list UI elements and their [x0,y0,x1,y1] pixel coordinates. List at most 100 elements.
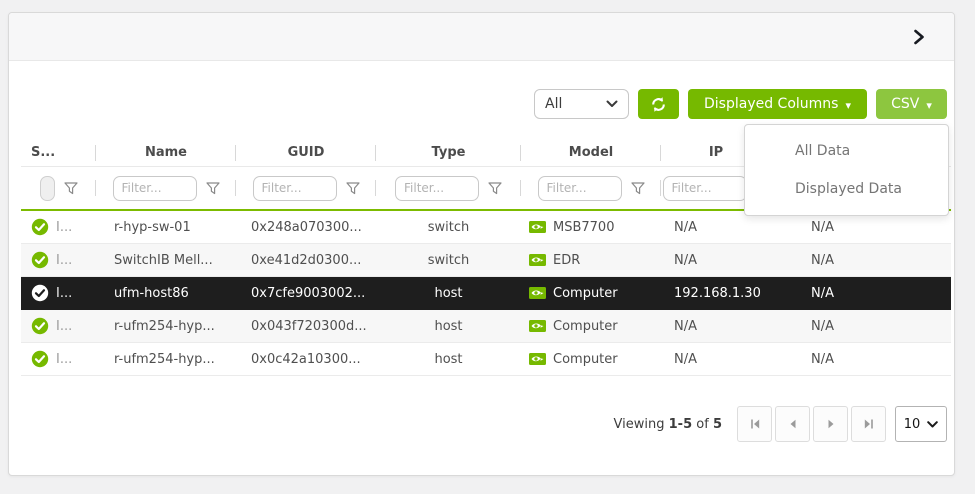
table-row[interactable]: I... r-ufm254-hyp... 0x0c42a10300... hos… [21,343,951,376]
nvidia-logo-icon [529,320,546,332]
type-filter-input[interactable] [395,176,479,201]
last-page-icon [863,418,875,430]
csv-export-menu: All Data Displayed Data [744,124,949,216]
table-footer: Viewing 1-5 of 5 10 [614,406,947,442]
column-header-guid[interactable]: GUID [236,145,376,160]
device-extra: N/A [771,319,951,334]
status-text: I... [56,319,72,334]
device-name: r-ufm254-hyp... [96,319,236,334]
chevron-down-icon [606,100,618,108]
severity-filter-input[interactable] [40,176,55,201]
page-size-select[interactable]: 10 [895,406,947,442]
device-ip: N/A [661,352,771,367]
name-filter-input[interactable] [113,176,197,201]
guid-filter-input[interactable] [253,176,337,201]
device-name: r-hyp-sw-01 [96,220,236,235]
device-name: ufm-host86 [96,286,236,301]
device-guid: 0x043f720300d... [236,319,376,334]
funnel-filter-icon[interactable] [631,182,645,195]
menu-item-displayed-data[interactable]: Displayed Data [745,170,948,208]
device-type: switch [376,220,521,235]
nvidia-logo-icon [529,353,546,365]
scope-filter-value: All [545,96,562,112]
device-ip: 192.168.1.30 [661,286,771,301]
viewing-of: of [696,417,709,432]
page-size-value: 10 [904,417,921,432]
column-header-name[interactable]: Name [96,145,236,160]
column-header-type[interactable]: Type [376,145,521,160]
device-model: Computer [553,319,618,334]
device-model: Computer [553,286,618,301]
collapse-panel-button[interactable] [908,26,930,48]
caret-down-icon: ▾ [926,100,932,111]
next-page-button[interactable] [813,406,848,442]
status-ok-icon [31,284,49,302]
viewing-summary: Viewing 1-5 of 5 [614,417,722,432]
table-row-selected[interactable]: I... ufm-host86 0x7cfe9003002... host Co… [21,277,951,310]
next-page-icon [827,419,835,429]
viewing-label: Viewing [614,417,665,432]
device-name: r-ufm254-hyp... [96,352,236,367]
column-header-severity[interactable]: S... [21,145,96,160]
viewing-range: 1-5 [669,417,693,432]
chevron-right-icon [912,29,926,45]
panel-header [9,13,954,61]
nvidia-logo-icon [529,254,546,266]
device-name: SwitchIB Mell... [96,253,236,268]
device-model: Computer [553,352,618,367]
device-guid: 0x7cfe9003002... [236,286,376,301]
table-row[interactable]: I... SwitchIB Mell... 0xe41d2d0300... sw… [21,244,951,277]
displayed-columns-button[interactable]: Displayed Columns ▾ [688,89,867,119]
refresh-icon [650,96,667,113]
device-extra: N/A [771,286,951,301]
device-ip: N/A [661,319,771,334]
status-ok-icon [31,317,49,335]
first-page-button[interactable] [737,406,772,442]
column-header-model[interactable]: Model [521,145,661,160]
status-ok-icon [31,350,49,368]
device-ip: N/A [661,220,771,235]
caret-down-icon: ▾ [845,100,851,111]
chevron-down-icon [927,421,938,428]
refresh-button[interactable] [638,89,679,119]
device-guid: 0x248a070300... [236,220,376,235]
status-text: I... [56,352,72,367]
model-filter-input[interactable] [538,176,622,201]
first-page-icon [749,418,761,430]
table-toolbar: All Displayed Columns ▾ CSV ▾ [534,89,947,119]
device-guid: 0x0c42a10300... [236,352,376,367]
status-ok-icon [31,251,49,269]
previous-page-button[interactable] [775,406,810,442]
previous-page-icon [789,419,797,429]
status-text: I... [56,253,72,268]
device-type: switch [376,253,521,268]
table-row[interactable]: I... r-ufm254-hyp... 0x043f720300d... ho… [21,310,951,343]
last-page-button[interactable] [851,406,886,442]
csv-export-button[interactable]: CSV ▾ [876,89,947,119]
nvidia-logo-icon [529,221,546,233]
funnel-filter-icon[interactable] [206,182,220,195]
device-type: host [376,352,521,367]
viewing-total: 5 [713,417,722,432]
status-text: I... [56,286,72,301]
scope-filter-select[interactable]: All [534,89,629,119]
device-type: host [376,286,521,301]
device-extra: N/A [771,352,951,367]
device-guid: 0xe41d2d0300... [236,253,376,268]
device-type: host [376,319,521,334]
status-ok-icon [31,218,49,236]
funnel-filter-icon[interactable] [346,182,360,195]
nvidia-logo-icon [529,287,546,299]
displayed-columns-label: Displayed Columns [704,96,838,112]
csv-label: CSV [891,96,919,112]
device-model: MSB7700 [553,220,614,235]
funnel-filter-icon[interactable] [488,182,502,195]
device-extra: N/A [771,253,951,268]
ip-filter-input[interactable] [663,176,747,201]
device-model: EDR [553,253,580,268]
menu-item-all-data[interactable]: All Data [745,132,948,170]
device-ip: N/A [661,253,771,268]
devices-panel: All Displayed Columns ▾ CSV ▾ [8,12,955,476]
funnel-filter-icon[interactable] [64,182,78,195]
device-extra: N/A [771,220,951,235]
